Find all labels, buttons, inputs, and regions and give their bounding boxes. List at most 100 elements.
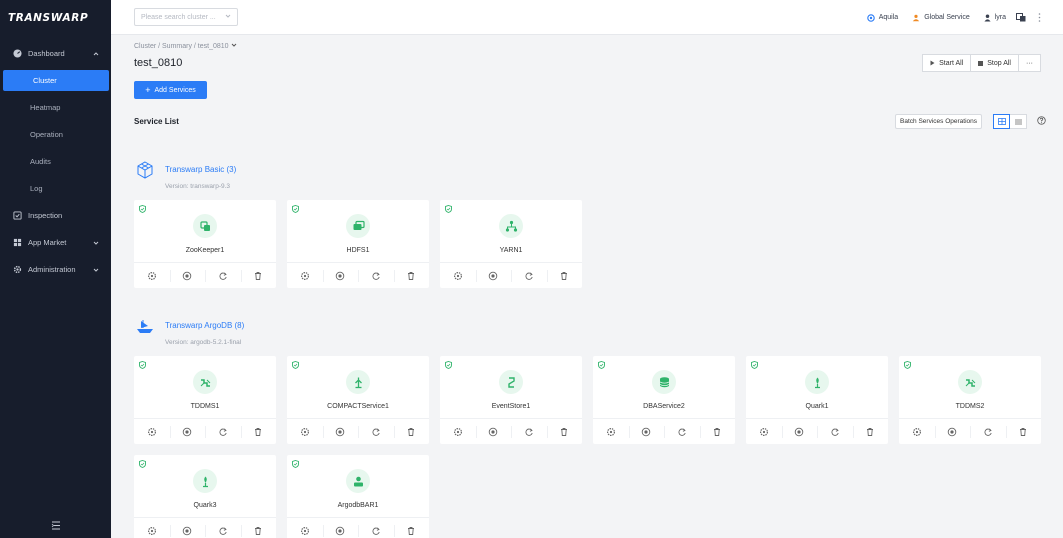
service-card[interactable]: Quark1 [746, 356, 888, 444]
settings-button[interactable] [134, 419, 170, 444]
service-name[interactable]: YARN1 [440, 247, 582, 254]
restart-button[interactable] [205, 518, 241, 538]
settings-button[interactable] [593, 419, 629, 444]
settings-button[interactable] [746, 419, 782, 444]
service-name[interactable]: ZooKeeper1 [134, 247, 276, 254]
service-name[interactable]: Quark3 [134, 502, 276, 509]
settings-button[interactable] [287, 263, 323, 288]
service-card[interactable]: ArgodbBAR1 [287, 455, 429, 538]
stop-circle-button[interactable] [169, 263, 206, 288]
service-name[interactable]: TDDMS1 [134, 403, 276, 410]
grid-view-button[interactable] [993, 114, 1010, 129]
service-card[interactable]: HDFS1 [287, 200, 429, 288]
delete-button[interactable] [240, 518, 277, 538]
menu-collapse-icon[interactable] [51, 521, 61, 532]
sidebar-item-app-market[interactable]: App Market [0, 229, 111, 256]
add-services-button[interactable]: + Add Services [134, 81, 207, 99]
restart-button[interactable] [511, 419, 547, 444]
service-card[interactable]: DBAService2 [593, 356, 735, 444]
sidebar-item-inspection[interactable]: Inspection [0, 202, 111, 229]
delete-button[interactable] [240, 263, 277, 288]
delete-button[interactable] [546, 263, 583, 288]
restart-button[interactable] [205, 263, 241, 288]
cluster-search-select[interactable]: Please search cluster ... [134, 8, 238, 26]
batch-operations-button[interactable]: Batch Services Operations [895, 114, 982, 129]
settings-button[interactable] [899, 419, 935, 444]
delete-button[interactable] [699, 419, 736, 444]
sidebar-item-log[interactable]: Log [0, 175, 111, 202]
service-name[interactable]: EventStore1 [440, 403, 582, 410]
service-card[interactable]: ZooKeeper1 [134, 200, 276, 288]
restart-button[interactable] [358, 518, 394, 538]
sidebar-item-audits[interactable]: Audits [0, 148, 111, 175]
settings-icon [606, 427, 616, 437]
chevron-down-icon[interactable] [231, 43, 237, 50]
sidebar-item-operation[interactable]: Operation [0, 121, 111, 148]
service-name[interactable]: COMPACTService1 [287, 403, 429, 410]
app-logo[interactable]: TRANSWARP [0, 0, 111, 35]
stop-circle-button[interactable] [934, 419, 971, 444]
delete-button[interactable] [1005, 419, 1042, 444]
settings-button[interactable] [440, 419, 476, 444]
delete-button[interactable] [393, 518, 430, 538]
stop-circle-button[interactable] [169, 419, 206, 444]
restart-icon [218, 526, 228, 536]
delete-button[interactable] [393, 263, 430, 288]
service-card[interactable]: YARN1 [440, 200, 582, 288]
stop-circle-button[interactable] [628, 419, 665, 444]
delete-button[interactable] [546, 419, 583, 444]
stop-all-button[interactable]: Stop All [971, 54, 1019, 72]
list-view-button[interactable] [1010, 114, 1027, 129]
stop-circle-button[interactable] [475, 419, 512, 444]
service-name[interactable]: Quark1 [746, 403, 888, 410]
sidebar-item-dashboard[interactable]: Dashboard [0, 40, 111, 67]
restart-button[interactable] [358, 419, 394, 444]
group-title[interactable]: Transwarp Basic (3) [165, 165, 236, 174]
restart-button[interactable] [205, 419, 241, 444]
stop-circle-icon [182, 526, 192, 536]
sidebar-item-cluster[interactable]: Cluster [3, 70, 109, 91]
more-vertical-icon[interactable] [1038, 13, 1041, 22]
settings-button[interactable] [440, 263, 476, 288]
delete-button[interactable] [240, 419, 277, 444]
restart-button[interactable] [664, 419, 700, 444]
user-menu[interactable]: lyra [984, 14, 1006, 22]
sidebar-item-heatmap[interactable]: Heatmap [0, 94, 111, 121]
stop-circle-button[interactable] [169, 518, 206, 538]
sidebar-item-administration[interactable]: Administration [0, 256, 111, 283]
restart-button[interactable] [970, 419, 1006, 444]
service-card[interactable]: TDDMS1 [134, 356, 276, 444]
stop-circle-button[interactable] [322, 419, 359, 444]
language-icon[interactable] [1016, 13, 1026, 22]
help-icon[interactable] [1037, 116, 1046, 127]
start-all-button[interactable]: Start All [922, 54, 972, 72]
service-name[interactable]: ArgodbBAR1 [287, 502, 429, 509]
service-card[interactable]: EventStore1 [440, 356, 582, 444]
settings-button[interactable] [134, 263, 170, 288]
service-name[interactable]: HDFS1 [287, 247, 429, 254]
global-service-link[interactable]: Global Service [912, 14, 970, 22]
restart-icon [524, 427, 534, 437]
more-actions-button[interactable]: ··· [1019, 54, 1041, 72]
settings-button[interactable] [134, 518, 170, 538]
breadcrumb[interactable]: Cluster / Summary / test_0810 [134, 42, 237, 50]
stop-circle-button[interactable] [475, 263, 512, 288]
restart-button[interactable] [358, 263, 394, 288]
delete-button[interactable] [393, 419, 430, 444]
stop-circle-button[interactable] [322, 263, 359, 288]
service-name[interactable]: DBAService2 [593, 403, 735, 410]
stop-circle-button[interactable] [322, 518, 359, 538]
delete-button[interactable] [852, 419, 889, 444]
restart-button[interactable] [511, 263, 547, 288]
restart-button[interactable] [817, 419, 853, 444]
group-title[interactable]: Transwarp ArgoDB (8) [165, 321, 244, 330]
aquila-link[interactable]: Aquila [866, 13, 898, 22]
service-card[interactable]: Quark3 [134, 455, 276, 538]
settings-button[interactable] [287, 419, 323, 444]
stop-circle-button[interactable] [781, 419, 818, 444]
service-name[interactable]: TDDMS2 [899, 403, 1041, 410]
service-card[interactable]: TDDMS2 [899, 356, 1041, 444]
global-service-icon [912, 14, 920, 22]
settings-button[interactable] [287, 518, 323, 538]
service-card[interactable]: COMPACTService1 [287, 356, 429, 444]
